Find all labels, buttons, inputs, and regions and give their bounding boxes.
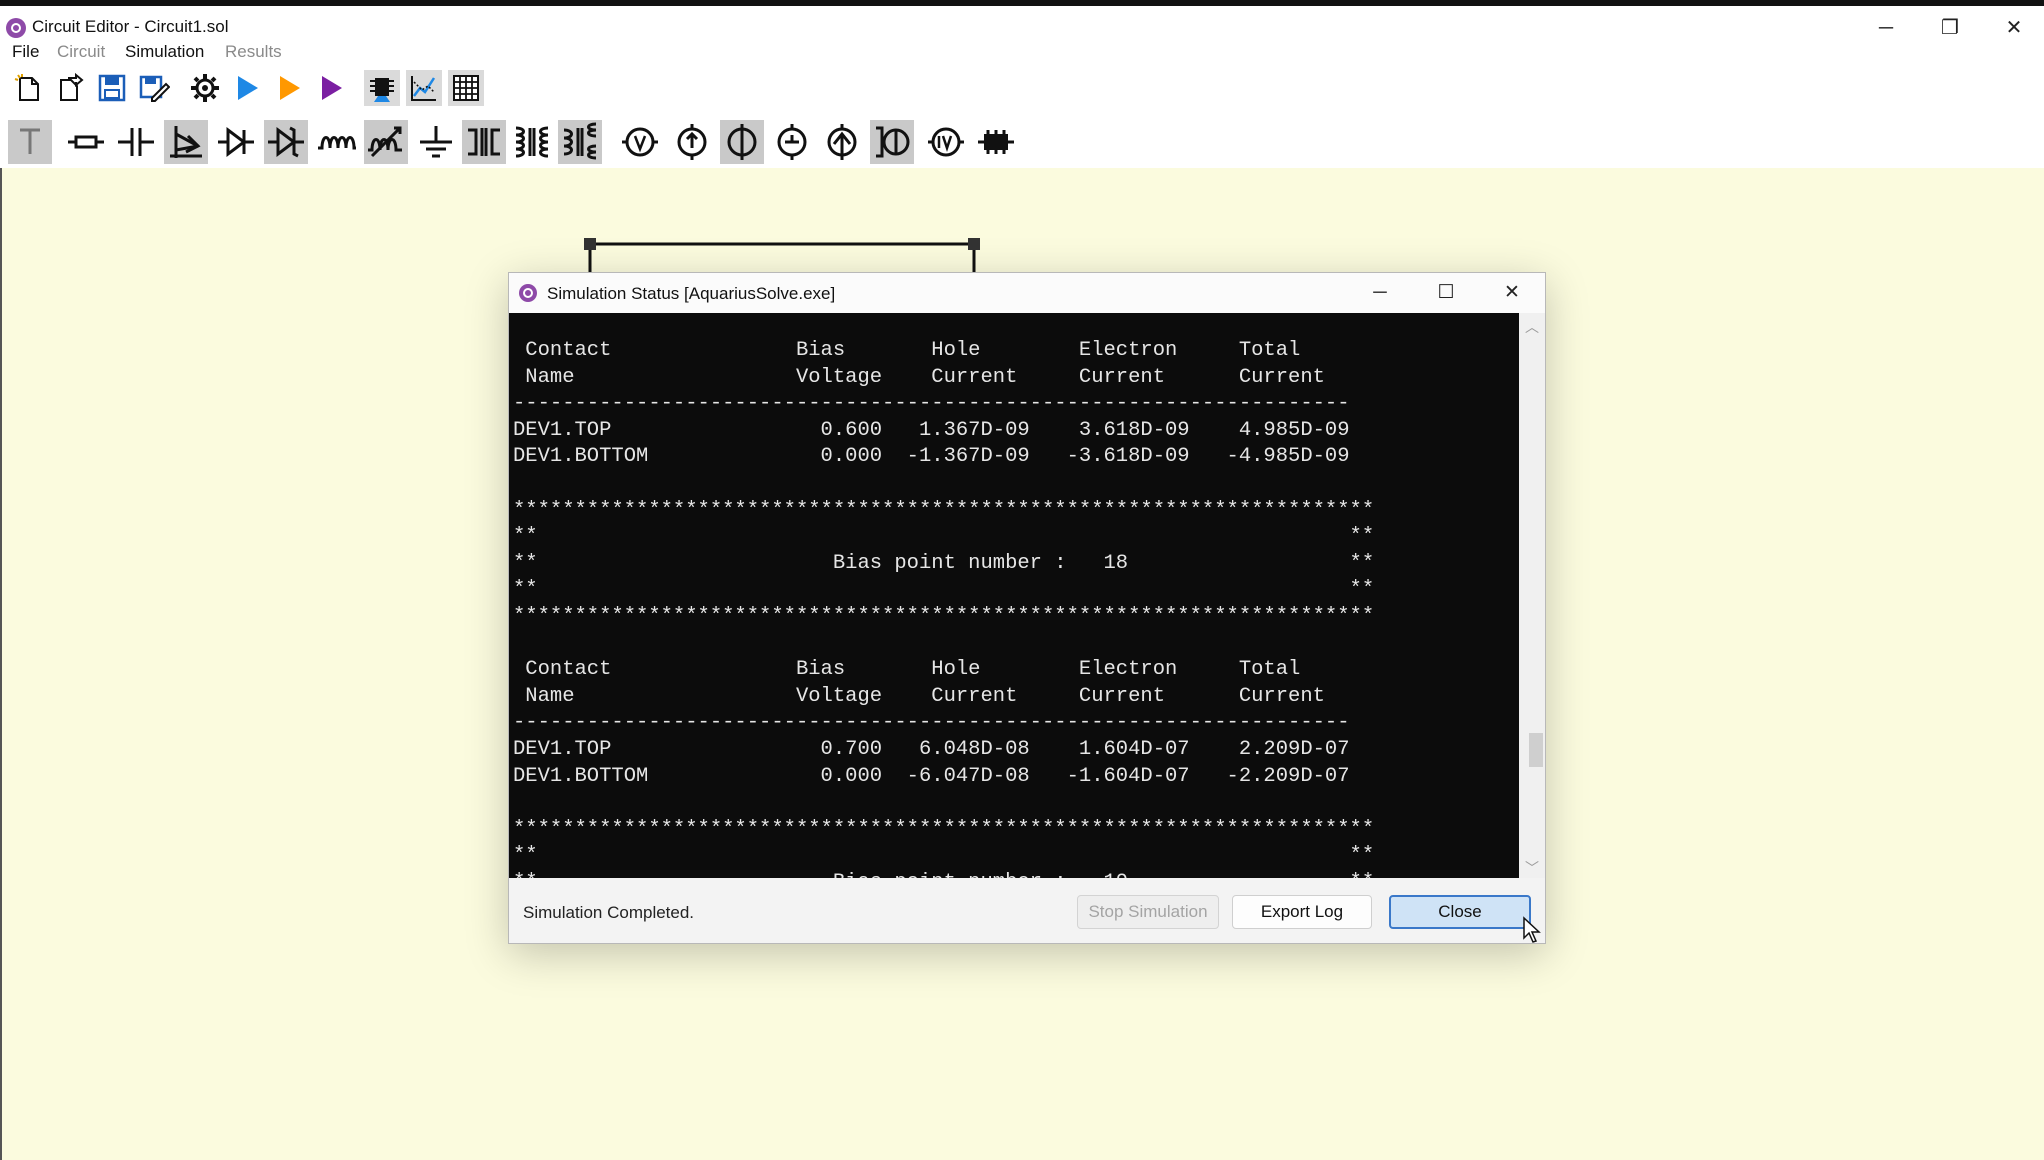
menu-file[interactable]: File bbox=[12, 40, 39, 64]
three-winding-transformer-icon[interactable] bbox=[558, 120, 602, 164]
stop-simulation-button[interactable]: Stop Simulation bbox=[1077, 895, 1219, 929]
run-orange-icon[interactable] bbox=[271, 70, 307, 106]
capacitor-icon[interactable] bbox=[114, 120, 158, 164]
dialog-footer: Simulation Completed. Stop Simulation Ex… bbox=[509, 878, 1545, 943]
scroll-down-arrow-icon[interactable]: ﹀ bbox=[1519, 858, 1545, 876]
export-log-button[interactable]: Export Log bbox=[1232, 895, 1372, 929]
mouse-cursor-icon bbox=[1523, 916, 1541, 943]
resistor-icon[interactable] bbox=[64, 120, 108, 164]
scrollbar-thumb[interactable] bbox=[1529, 733, 1543, 767]
dialog-maximize-button[interactable]: ☐ bbox=[1417, 275, 1475, 311]
voltmeter-icon[interactable] bbox=[618, 120, 662, 164]
coupled-inductor-icon[interactable] bbox=[510, 120, 554, 164]
simulation-status-dialog: Simulation Status [AquariusSolve.exe] ─ … bbox=[508, 272, 1546, 944]
run-blue-icon[interactable] bbox=[229, 70, 265, 106]
console-log-text: Contact Bias Hole Electron Total Name Vo… bbox=[513, 339, 1375, 878]
dialog-title: Simulation Status [AquariusSolve.exe] bbox=[547, 284, 836, 303]
voltage-source-icon[interactable] bbox=[720, 120, 764, 164]
title-bar: Circuit Editor - Circuit1.sol ─ ❐ ✕ bbox=[0, 0, 2044, 40]
console-scrollbar[interactable]: ︿ ﹀ bbox=[1519, 313, 1545, 878]
run-purple-icon[interactable] bbox=[313, 70, 349, 106]
save-icon[interactable] bbox=[94, 70, 130, 106]
switch-source-icon[interactable] bbox=[870, 120, 914, 164]
inductor-icon[interactable] bbox=[314, 120, 358, 164]
transformer-icon[interactable] bbox=[462, 120, 506, 164]
dialog-close-x-button[interactable]: ✕ bbox=[1483, 275, 1541, 311]
text-tool-icon[interactable] bbox=[8, 120, 52, 164]
dependent-current-source-icon[interactable] bbox=[770, 120, 814, 164]
wire-node[interactable] bbox=[968, 238, 980, 250]
save-as-icon[interactable] bbox=[136, 70, 172, 106]
menu-results[interactable]: Results bbox=[225, 40, 282, 64]
app-logo-icon bbox=[519, 284, 537, 302]
scroll-up-arrow-icon[interactable]: ︿ bbox=[1519, 317, 1545, 335]
plot-icon[interactable] bbox=[406, 70, 442, 106]
variable-inductor-icon[interactable] bbox=[364, 120, 408, 164]
dialog-minimize-button[interactable]: ─ bbox=[1351, 275, 1409, 311]
dependent-voltage-source-icon[interactable] bbox=[820, 120, 864, 164]
main-toolbar bbox=[0, 66, 2044, 112]
app-logo-icon bbox=[6, 18, 26, 38]
current-source-icon[interactable] bbox=[670, 120, 714, 164]
menu-bar: File Circuit Simulation Results bbox=[0, 40, 2044, 66]
table-icon[interactable] bbox=[448, 70, 484, 106]
bjt-icon[interactable] bbox=[164, 120, 208, 164]
diode-icon[interactable] bbox=[214, 120, 258, 164]
new-file-icon[interactable] bbox=[10, 70, 46, 106]
simulation-log-console[interactable]: Contact Bias Hole Electron Total Name Vo… bbox=[509, 313, 1519, 878]
window-title: Circuit Editor - Circuit1.sol bbox=[32, 17, 229, 36]
components-toolbar bbox=[0, 112, 2044, 168]
zener-diode-icon[interactable] bbox=[264, 120, 308, 164]
menu-circuit[interactable]: Circuit bbox=[57, 40, 105, 64]
close-dialog-button[interactable]: Close bbox=[1389, 895, 1531, 929]
wire-node[interactable] bbox=[584, 238, 596, 250]
probe-chip-icon[interactable] bbox=[364, 70, 400, 106]
menu-simulation[interactable]: Simulation bbox=[125, 40, 204, 64]
open-file-icon[interactable] bbox=[52, 70, 88, 106]
iv-meter-icon[interactable] bbox=[924, 120, 968, 164]
device-icon[interactable] bbox=[974, 120, 1018, 164]
simulation-status-text: Simulation Completed. bbox=[523, 903, 695, 922]
dialog-title-bar[interactable]: Simulation Status [AquariusSolve.exe] ─ … bbox=[509, 273, 1545, 313]
ground-icon[interactable] bbox=[414, 120, 458, 164]
settings-gear-icon[interactable] bbox=[187, 70, 223, 106]
